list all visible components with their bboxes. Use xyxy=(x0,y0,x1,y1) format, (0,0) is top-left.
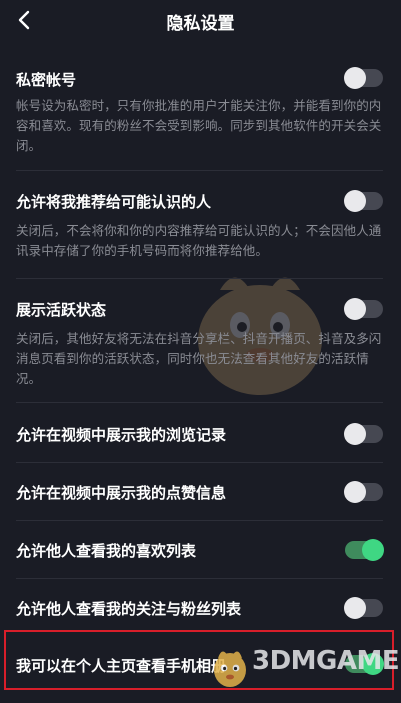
divider xyxy=(16,462,383,463)
likes-list-visibility-toggle[interactable] xyxy=(345,539,384,561)
toggle-knob xyxy=(344,423,366,445)
recommend-to-contacts-toggle[interactable] xyxy=(344,190,383,212)
active-status-toggle[interactable] xyxy=(344,298,383,320)
setting-row-likes-list-visibility: 允许他人查看我的喜欢列表 xyxy=(16,536,384,566)
show-browsing-history-toggle[interactable] xyxy=(344,423,383,445)
divider xyxy=(16,520,383,521)
setting-title: 允许在视频中展示我的点赞信息 xyxy=(16,484,227,502)
setting-description: 帐号设为私密时，只有你批准的用户才能关注你，并能看到你的内容和喜欢。现有的粉丝不… xyxy=(16,98,382,153)
setting-title: 展示活跃状态 xyxy=(16,301,107,319)
setting-title: 私密帐号 xyxy=(16,71,77,89)
watermark-logo: 3DMGAME xyxy=(210,642,400,694)
divider xyxy=(16,402,383,403)
setting-row-following-followers-visibility: 允许他人查看我的关注与粉丝列表 xyxy=(16,594,383,624)
toggle-knob xyxy=(344,597,366,619)
setting-row-active-status: 展示活跃状态 关闭后，其他好友将无法在抖音分享栏、抖音开播页、抖音及多闪消息页看… xyxy=(16,294,383,386)
toggle-knob xyxy=(344,481,366,503)
setting-title: 允许将我推荐给可能认识的人 xyxy=(16,193,212,211)
setting-title: 允许在视频中展示我的浏览记录 xyxy=(16,426,227,444)
page-title: 隐私设置 xyxy=(166,14,235,34)
watermark-mascot-icon xyxy=(214,651,246,687)
toggle-knob xyxy=(344,298,366,320)
header-bar: 隐私设置 xyxy=(0,0,401,44)
watermark-text: 3DMGAME xyxy=(252,646,400,676)
setting-description: 关闭后，不会将你和你的内容推荐给可能认识的人；不会因他人通讯录中存储了你的手机号… xyxy=(16,223,382,258)
setting-row-show-likes-info: 允许在视频中展示我的点赞信息 xyxy=(16,478,383,508)
divider xyxy=(16,278,383,279)
toggle-knob xyxy=(344,67,366,89)
setting-row-recommend-to-contacts: 允许将我推荐给可能认识的人 关闭后，不会将你和你的内容推荐给可能认识的人；不会因… xyxy=(16,186,383,258)
following-followers-visibility-toggle[interactable] xyxy=(344,597,383,619)
show-likes-info-toggle[interactable] xyxy=(344,481,383,503)
private-account-toggle[interactable] xyxy=(344,67,383,89)
toggle-knob xyxy=(362,539,384,561)
setting-description: 关闭后，其他好友将无法在抖音分享栏、抖音开播页、抖音及多闪消息页看到你的活跃状态… xyxy=(16,331,382,386)
toggle-knob xyxy=(344,190,366,212)
setting-title: 允许他人查看我的喜欢列表 xyxy=(16,542,197,560)
divider xyxy=(16,170,383,171)
setting-title: 允许他人查看我的关注与粉丝列表 xyxy=(16,600,242,618)
divider xyxy=(16,578,383,579)
setting-row-private-account: 私密帐号 帐号设为私密时，只有你批准的用户才能关注你，并能看到你的内容和喜欢。现… xyxy=(16,64,383,154)
setting-row-show-browsing-history: 允许在视频中展示我的浏览记录 xyxy=(16,420,383,450)
